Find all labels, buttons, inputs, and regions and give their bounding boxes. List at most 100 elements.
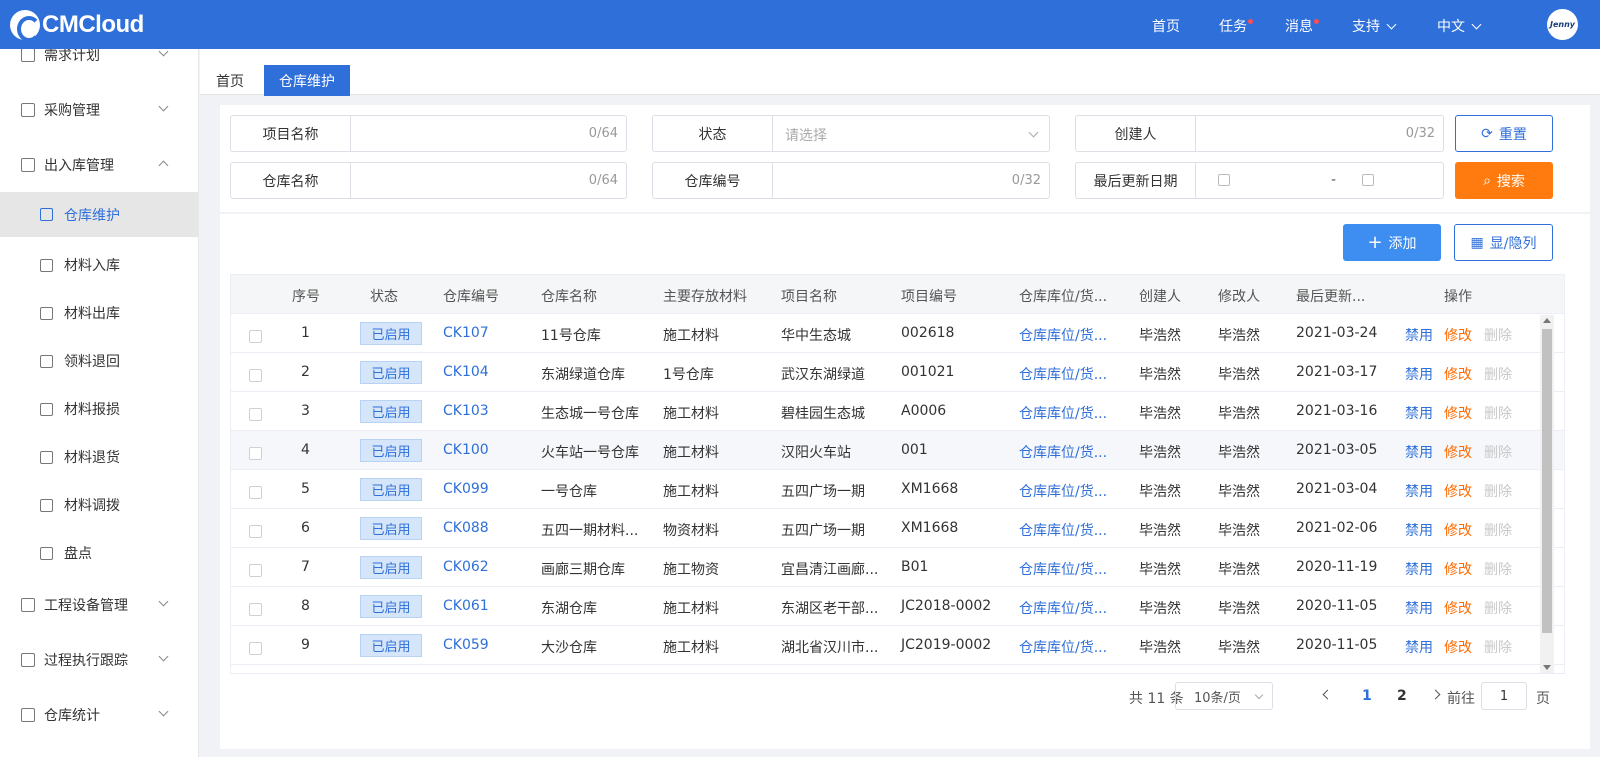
row-checkbox[interactable]: [249, 369, 262, 382]
edit-button[interactable]: 修改: [1444, 403, 1472, 423]
goto-page-input[interactable]: 1: [1481, 682, 1527, 710]
row-checkbox[interactable]: [249, 408, 262, 421]
delete-button[interactable]: 删除: [1484, 481, 1512, 501]
row-checkbox[interactable]: [249, 330, 262, 343]
logo[interactable]: CMCloud: [10, 9, 144, 42]
table-row[interactable]: 1 已启用 CK107 11号仓库 施工材料 华中生态城 002618 仓库库位…: [231, 314, 1564, 353]
nav-support[interactable]: 支持: [1352, 16, 1397, 36]
location-link[interactable]: 仓库库位/货...: [1019, 442, 1107, 462]
table-row[interactable]: 4 已启用 CK100 火车站一号仓库 施工材料 汉阳火车站 001 仓库库位/…: [231, 431, 1564, 470]
edit-button[interactable]: 修改: [1444, 481, 1472, 501]
disable-button[interactable]: 禁用: [1405, 325, 1433, 345]
row-checkbox[interactable]: [249, 642, 262, 655]
table-scrollbar[interactable]: [1540, 315, 1554, 673]
warehouse-code-field[interactable]: 仓库编号 0/32: [652, 162, 1050, 199]
edit-button[interactable]: 修改: [1444, 598, 1472, 618]
table-row[interactable]: 6 已启用 CK088 五四一期材料... 物资材料 五四广场一期 XM1668…: [231, 509, 1564, 548]
scroll-down-icon[interactable]: [1543, 665, 1551, 670]
table-row[interactable]: 2 已启用 CK104 东湖绿道仓库 1号仓库 武汉东湖绿道 001021 仓库…: [231, 353, 1564, 392]
sidebar-item-return[interactable]: 领料退回: [0, 337, 198, 385]
disable-button[interactable]: 禁用: [1405, 364, 1433, 384]
warehouse-code-link[interactable]: CK088: [443, 520, 489, 536]
warehouse-code-link[interactable]: CK100: [443, 442, 489, 458]
disable-button[interactable]: 禁用: [1405, 442, 1433, 462]
warehouse-code-link[interactable]: CK059: [443, 637, 489, 653]
row-checkbox[interactable]: [249, 486, 262, 499]
delete-button[interactable]: 删除: [1484, 559, 1512, 579]
tab-home[interactable]: 首页: [212, 65, 248, 96]
sidebar-item-material-out[interactable]: 材料出库: [0, 289, 198, 337]
delete-button[interactable]: 删除: [1484, 442, 1512, 462]
toggle-columns-button[interactable]: ▦ 显/隐列: [1454, 224, 1553, 261]
nav-tasks[interactable]: 任务: [1219, 16, 1253, 36]
edit-button[interactable]: 修改: [1444, 442, 1472, 462]
nav-home[interactable]: 首页: [1152, 16, 1180, 36]
table-row[interactable]: 5 已启用 CK099 一号仓库 施工材料 五四广场一期 XM1668 仓库库位…: [231, 470, 1564, 509]
sidebar-item-transfer[interactable]: 材料调拨: [0, 481, 198, 529]
delete-button[interactable]: 删除: [1484, 403, 1512, 423]
row-checkbox[interactable]: [249, 564, 262, 577]
disable-button[interactable]: 禁用: [1405, 637, 1433, 657]
edit-button[interactable]: 修改: [1444, 559, 1472, 579]
nav-language[interactable]: 中文: [1437, 16, 1482, 36]
delete-button[interactable]: 删除: [1484, 325, 1512, 345]
table-row[interactable]: 3 已启用 CK103 生态城一号仓库 施工材料 碧桂园生态城 A0006 仓库…: [231, 392, 1564, 431]
delete-button[interactable]: 删除: [1484, 598, 1512, 618]
calendar-icon[interactable]: [1218, 174, 1230, 186]
location-link[interactable]: 仓库库位/货...: [1019, 637, 1107, 657]
tab-warehouse-maintenance[interactable]: 仓库维护: [264, 65, 350, 96]
add-button[interactable]: + 添加: [1343, 224, 1441, 261]
sidebar-item-demand-plan[interactable]: 需求计划: [0, 49, 198, 79]
page-2[interactable]: 2: [1397, 688, 1407, 716]
project-name-field[interactable]: 项目名称 0/64: [230, 115, 627, 152]
delete-button[interactable]: 删除: [1484, 520, 1512, 540]
table-row[interactable]: 9 已启用 CK059 大沙仓库 施工材料 湖北省汉川市... JC2019-0…: [231, 626, 1564, 665]
warehouse-code-link[interactable]: CK104: [443, 364, 489, 380]
warehouse-code-link[interactable]: CK099: [443, 481, 489, 497]
search-button[interactable]: ⌕ 搜索: [1455, 162, 1553, 199]
disable-button[interactable]: 禁用: [1405, 403, 1433, 423]
status-select[interactable]: 状态 请选择: [652, 115, 1050, 152]
creator-field[interactable]: 创建人 0/32: [1075, 115, 1444, 152]
edit-button[interactable]: 修改: [1444, 364, 1472, 384]
location-link[interactable]: 仓库库位/货...: [1019, 403, 1107, 423]
location-link[interactable]: 仓库库位/货...: [1019, 364, 1107, 384]
sidebar-item-material-in[interactable]: 材料入库: [0, 241, 198, 289]
disable-button[interactable]: 禁用: [1405, 520, 1433, 540]
sidebar-item-inventory[interactable]: 盘点: [0, 529, 198, 577]
warehouse-code-link[interactable]: CK103: [443, 403, 489, 419]
avatar[interactable]: Jenny: [1547, 9, 1578, 40]
sidebar-item-statistics[interactable]: 仓库统计: [0, 691, 198, 739]
delete-button[interactable]: 删除: [1484, 637, 1512, 657]
location-link[interactable]: 仓库库位/货...: [1019, 520, 1107, 540]
warehouse-code-link[interactable]: CK062: [443, 559, 489, 575]
location-link[interactable]: 仓库库位/货...: [1019, 325, 1107, 345]
page-1[interactable]: 1: [1362, 688, 1372, 716]
warehouse-code-link[interactable]: CK061: [443, 598, 489, 614]
delete-button[interactable]: 删除: [1484, 364, 1512, 384]
warehouse-code-link[interactable]: CK107: [443, 325, 489, 341]
sidebar-item-refund[interactable]: 材料退货: [0, 433, 198, 481]
disable-button[interactable]: 禁用: [1405, 481, 1433, 501]
location-link[interactable]: 仓库库位/货...: [1019, 559, 1107, 579]
edit-button[interactable]: 修改: [1444, 520, 1472, 540]
edit-button[interactable]: 修改: [1444, 637, 1472, 657]
location-link[interactable]: 仓库库位/货...: [1019, 598, 1107, 618]
location-link[interactable]: 仓库库位/货...: [1019, 481, 1107, 501]
row-checkbox[interactable]: [249, 525, 262, 538]
sidebar-item-equipment[interactable]: 工程设备管理: [0, 581, 198, 629]
scrollbar-thumb[interactable]: [1542, 329, 1552, 633]
edit-button[interactable]: 修改: [1444, 325, 1472, 345]
scroll-up-icon[interactable]: [1543, 318, 1551, 323]
warehouse-name-field[interactable]: 仓库名称 0/64: [230, 162, 627, 199]
table-row[interactable]: 7 已启用 CK062 画廊三期仓库 施工物资 宜昌清江画廊... B01 仓库…: [231, 548, 1564, 587]
disable-button[interactable]: 禁用: [1405, 598, 1433, 618]
row-checkbox[interactable]: [249, 603, 262, 616]
disable-button[interactable]: 禁用: [1405, 559, 1433, 579]
sidebar-item-damage-report[interactable]: 材料报损: [0, 385, 198, 433]
row-checkbox[interactable]: [249, 447, 262, 460]
sidebar-item-tracking[interactable]: 过程执行跟踪: [0, 636, 198, 684]
sidebar-item-warehouse-maintenance[interactable]: 仓库维护: [0, 192, 198, 237]
sidebar-item-purchase[interactable]: 采购管理: [0, 86, 198, 134]
reset-button[interactable]: ⟳ 重置: [1455, 115, 1553, 152]
